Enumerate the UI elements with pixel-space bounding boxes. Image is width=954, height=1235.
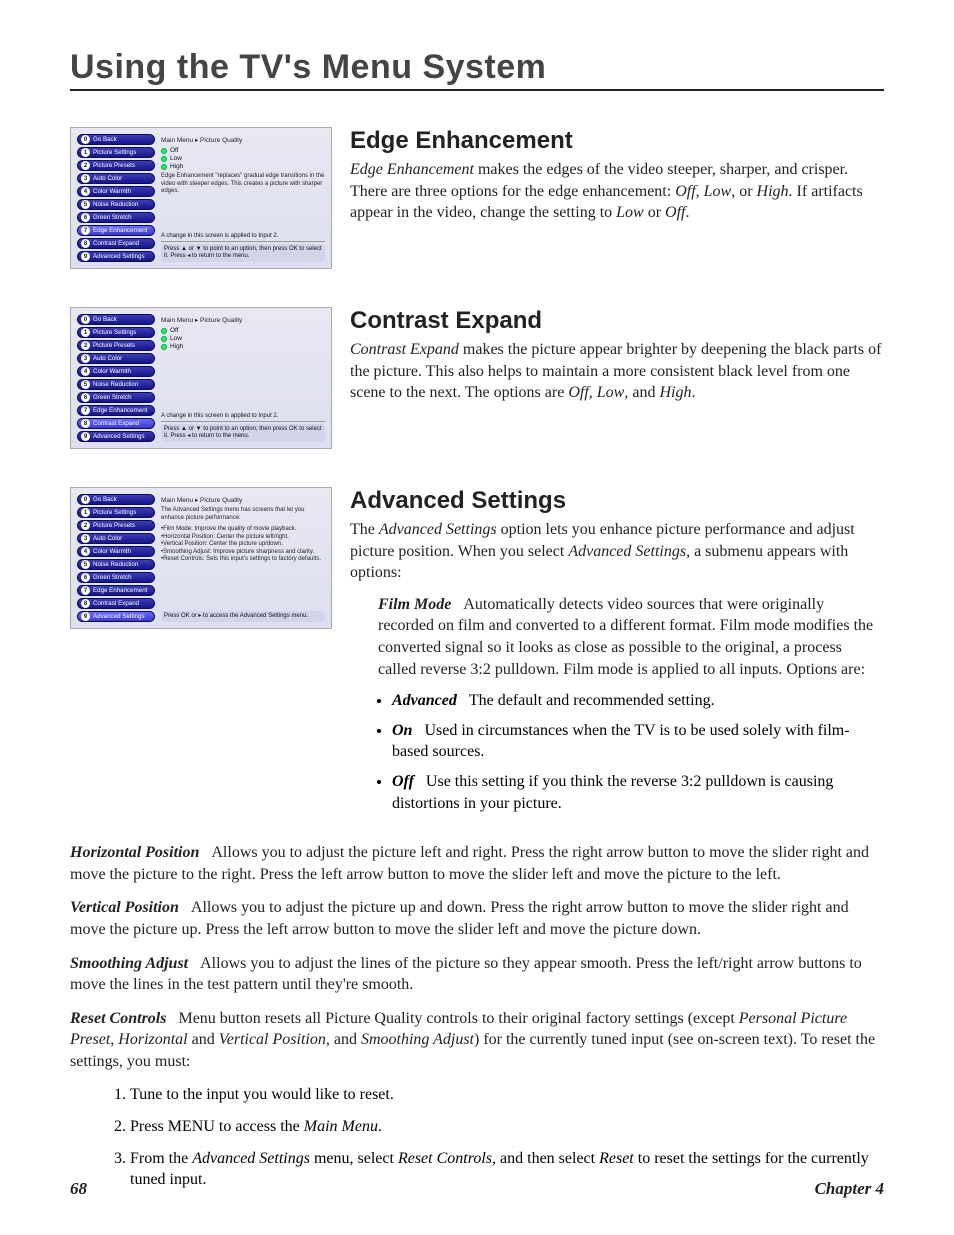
option-low: Low xyxy=(161,335,325,342)
menu-item-edge-enhancement: 7Edge Enhancement xyxy=(77,405,155,416)
body-advanced-settings: The Advanced Settings option lets you en… xyxy=(350,519,884,584)
breadcrumb: Main Menu ▸ Picture Quality xyxy=(161,496,325,504)
option-off: Off xyxy=(161,147,325,154)
menu-item-green-stretch: 6Green Stretch xyxy=(77,212,155,223)
screenshot-advanced-settings: 0Go Back 1Picture Settings 2Picture Preset… xyxy=(70,487,332,629)
menu-note: A change in this screen is applied to In… xyxy=(161,413,325,422)
menu-item-color-warmth: 4Color Warmth xyxy=(77,366,155,377)
menu-item-advanced-settings: 9Advanced Settings xyxy=(77,431,155,442)
chapter-title: Using the TV's Menu System xyxy=(70,48,884,91)
menu-note: A change in this screen is applied to In… xyxy=(161,233,325,242)
menu-item-auto-color: 3Auto Color xyxy=(77,173,155,184)
menu-item-go-back: 0Go Back xyxy=(77,494,155,505)
reset-steps-list: Tune to the input you would like to rese… xyxy=(70,1084,884,1190)
menu-item-green-stretch: 6Green Stretch xyxy=(77,572,155,583)
menu-item-noise-reduction: 5Noise Reduction xyxy=(77,559,155,570)
section-advanced-settings: 0Go Back 1Picture Settings 2Picture Preset… xyxy=(70,487,884,824)
reset-step: Press MENU to access the Main Menu. xyxy=(130,1116,884,1138)
menu-item-color-warmth: 4Color Warmth xyxy=(77,186,155,197)
screenshot-contrast-expand: 0Go Back 1Picture Settings 2Picture Preset… xyxy=(70,307,332,449)
menu-item-picture-settings: 1Picture Settings xyxy=(77,507,155,518)
menu-item-contrast-expand: 8Contrast Expand xyxy=(77,418,155,429)
menu-item-advanced-settings: 9Advanced Settings xyxy=(77,611,155,622)
option-low: Low xyxy=(161,155,325,162)
option-advanced: Advanced The default and recommended set… xyxy=(392,690,884,712)
heading-contrast-expand: Contrast Expand xyxy=(350,307,884,335)
body-film-mode: Film Mode Automatically detects video so… xyxy=(378,594,884,680)
menu-item-picture-presets: 2Picture Presets xyxy=(77,160,155,171)
menu-description: Edge Enhancement "replaces" gradual edge… xyxy=(161,173,325,196)
screenshot-edge-enhancement: 0Go Back 1Picture Settings 2Picture Preset… xyxy=(70,127,332,269)
option-high: High xyxy=(161,343,325,350)
section-edge-enhancement: 0Go Back 1Picture Settings 2Picture Preset… xyxy=(70,127,884,279)
menu-item-picture-settings: 1Picture Settings xyxy=(77,147,155,158)
body-contrast-expand: Contrast Expand makes the picture appear… xyxy=(350,339,884,404)
section-contrast-expand: 0Go Back 1Picture Settings 2Picture Preset… xyxy=(70,307,884,459)
menu-item-noise-reduction: 5Noise Reduction xyxy=(77,379,155,390)
menu-item-go-back: 0Go Back xyxy=(77,134,155,145)
menu-item-go-back: 0Go Back xyxy=(77,314,155,325)
body-edge-enhancement: Edge Enhancement makes the edges of the … xyxy=(350,159,884,224)
menu-item-green-stretch: 6Green Stretch xyxy=(77,392,155,403)
menu-item-noise-reduction: 5Noise Reduction xyxy=(77,199,155,210)
menu-bullet-lines: •Film Mode: Improve the quality of movie… xyxy=(161,526,325,564)
option-high: High xyxy=(161,163,325,170)
option-off: Off Use this setting if you think the re… xyxy=(392,771,884,814)
menu-item-advanced-settings: 9Advanced Settings xyxy=(77,251,155,262)
page-number: 68 xyxy=(70,1179,87,1199)
menu-instructions: Press ▲ or ▼ to point to an option, then… xyxy=(161,424,325,442)
menu-item-auto-color: 3Auto Color xyxy=(77,533,155,544)
option-off: Off xyxy=(161,327,325,334)
menu-item-color-warmth: 4Color Warmth xyxy=(77,546,155,557)
body-smoothing-adjust: Smoothing Adjust Allows you to adjust th… xyxy=(70,953,884,996)
menu-item-contrast-expand: 8Contrast Expand xyxy=(77,238,155,249)
chapter-label: Chapter 4 xyxy=(815,1179,884,1199)
breadcrumb: Main Menu ▸ Picture Quality xyxy=(161,136,325,144)
menu-item-auto-color: 3Auto Color xyxy=(77,353,155,364)
body-horizontal-position: Horizontal Position Allows you to adjust… xyxy=(70,842,884,885)
body-vertical-position: Vertical Position Allows you to adjust t… xyxy=(70,897,884,940)
menu-item-picture-presets: 2Picture Presets xyxy=(77,340,155,351)
option-on: On Used in circumstances when the TV is … xyxy=(392,720,884,763)
body-reset-controls: Reset Controls Menu button resets all Pi… xyxy=(70,1008,884,1073)
breadcrumb: Main Menu ▸ Picture Quality xyxy=(161,316,325,324)
film-mode-options-list: Advanced The default and recommended set… xyxy=(350,690,884,814)
menu-item-picture-presets: 2Picture Presets xyxy=(77,520,155,531)
heading-edge-enhancement: Edge Enhancement xyxy=(350,127,884,155)
heading-advanced-settings: Advanced Settings xyxy=(350,487,884,515)
reset-step: Tune to the input you would like to rese… xyxy=(130,1084,884,1106)
menu-instructions: Press OK or ▸ to access the Advanced Set… xyxy=(161,611,325,622)
menu-instructions: Press ▲ or ▼ to point to an option, then… xyxy=(161,244,325,262)
menu-item-edge-enhancement: 7Edge Enhancement xyxy=(77,225,155,236)
menu-item-edge-enhancement: 7Edge Enhancement xyxy=(77,585,155,596)
menu-description: The Advanced Settings menu has screens t… xyxy=(161,507,325,522)
menu-item-picture-settings: 1Picture Settings xyxy=(77,327,155,338)
menu-item-contrast-expand: 8Contrast Expand xyxy=(77,598,155,609)
